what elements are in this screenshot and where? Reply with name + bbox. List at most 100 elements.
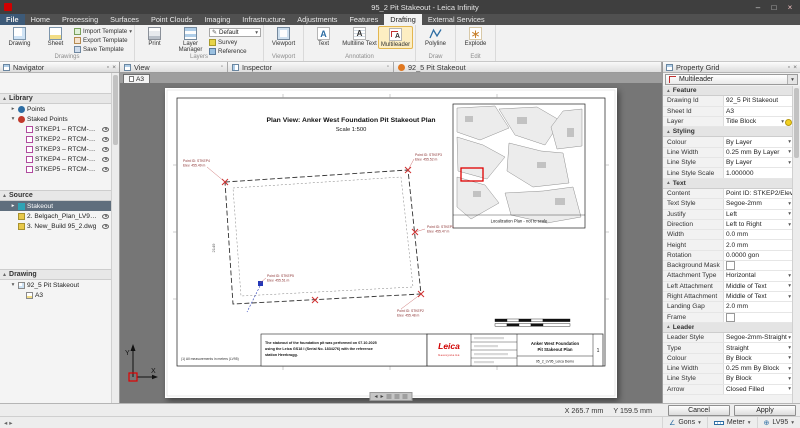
ribbon-tab[interactable]: File <box>0 14 25 25</box>
drawing-button[interactable]: Drawing <box>2 26 37 47</box>
property-value[interactable]: Left <box>723 210 793 219</box>
property-row[interactable]: Layer Title Block <box>663 117 793 127</box>
property-row[interactable]: Line Width 0.25 mm By Block <box>663 364 793 374</box>
property-row[interactable]: Right Attachment Middle of Text <box>663 292 793 302</box>
ribbon-tab[interactable]: Features <box>343 14 384 25</box>
tree-item[interactable]: STKEP1 – RTCM-Ref 0000 (07/10) <box>0 124 111 134</box>
apply-button[interactable]: Apply <box>734 405 796 416</box>
distance-unit-dropdown[interactable]: Meter ▾ <box>707 417 757 428</box>
layer-manager-button[interactable]: Layer Manager <box>173 26 208 54</box>
pin-icon[interactable]: ▫ <box>107 64 109 71</box>
maximize-button[interactable]: □ <box>766 3 782 12</box>
tab-inspector[interactable]: Inspector ▫ <box>228 62 394 72</box>
property-row[interactable]: Leader <box>663 323 793 333</box>
visibility-eye-icon[interactable] <box>102 127 109 132</box>
tree-item[interactable]: ▾ Staked Points <box>0 114 111 124</box>
expand-arrow-icon[interactable]: ▾ <box>10 282 16 288</box>
property-row[interactable]: Frame <box>663 313 793 323</box>
multileader-button[interactable]: Multileader <box>378 26 413 49</box>
property-value[interactable]: By Block <box>723 374 793 383</box>
property-row[interactable]: Drawing Id 92_5 Pit Stakeout <box>663 96 793 106</box>
ribbon-tab[interactable]: Adjustments <box>291 14 343 25</box>
page-back-icon[interactable]: ◂ <box>374 393 377 400</box>
expand-arrow-icon[interactable]: ▸ <box>10 106 16 112</box>
tree-item[interactable]: STKEP3 – RTCM-Ref 0000 (07/10) <box>0 144 111 154</box>
crs-dropdown[interactable]: ⊕ LV95 ▾ <box>757 417 800 428</box>
survey-layer-toggle[interactable]: Survey <box>209 39 261 47</box>
property-value[interactable]: Middle of Text <box>723 282 793 291</box>
property-row[interactable]: Styling <box>663 127 793 137</box>
pan-icon[interactable] <box>403 394 408 399</box>
property-value[interactable]: 92_5 Pit Stakeout <box>723 96 793 105</box>
visibility-eye-icon[interactable] <box>102 224 109 229</box>
ribbon-tab[interactable]: Surfaces <box>104 14 145 25</box>
polyline-button[interactable]: Polyline <box>418 26 453 47</box>
property-value[interactable]: Closed Filled <box>723 385 793 394</box>
property-row[interactable]: Justify Left <box>663 210 793 220</box>
visibility-eye-icon[interactable] <box>102 137 109 142</box>
angle-unit-dropdown[interactable]: ∠ Gons ▾ <box>662 417 707 428</box>
property-value[interactable]: Horizontal <box>723 271 793 280</box>
property-value[interactable]: Left to Right <box>723 220 793 229</box>
property-row[interactable]: Text Style Segoe-2mm <box>663 199 793 209</box>
property-row[interactable]: Line Style By Layer <box>663 158 793 168</box>
property-value[interactable]: By Block <box>723 354 793 363</box>
visibility-eye-icon[interactable] <box>102 167 109 172</box>
property-value[interactable] <box>723 313 793 322</box>
ribbon-tab[interactable]: Drafting <box>384 14 422 25</box>
ribbon-tab[interactable]: Processing <box>56 14 104 25</box>
property-value[interactable]: Point ID: STKEP2/Eleva <box>723 189 793 198</box>
property-value[interactable]: 2.0 mm <box>723 302 793 311</box>
ribbon-tab[interactable]: Infrastructure <box>236 14 291 25</box>
property-row[interactable]: Line Style Scale 1.000000 <box>663 168 793 178</box>
tree-item[interactable]: STKEP4 – RTCM-Ref 0000 (07/10) <box>0 154 111 164</box>
undock-icon[interactable]: ▫ <box>221 64 223 70</box>
property-row[interactable]: Direction Left to Right <box>663 220 793 230</box>
close-button[interactable]: × <box>782 3 798 12</box>
tree-item[interactable]: ▾ 92_5 Pit Stakeout <box>0 280 111 290</box>
navigator-scrollbar[interactable] <box>111 73 119 403</box>
section-drawing[interactable]: Drawing <box>0 269 111 280</box>
close-icon[interactable]: × <box>112 64 116 71</box>
tree-item[interactable]: STKEP5 – RTCM-Ref 0000 (07/10) <box>0 164 111 174</box>
ribbon-tab[interactable]: Home <box>25 14 56 25</box>
text-button[interactable]: Text <box>306 26 341 47</box>
sheet-tab-a3[interactable]: A3 <box>123 74 150 83</box>
property-row[interactable]: Height 2.0 mm <box>663 240 793 250</box>
property-value[interactable]: Middle of Text <box>723 292 793 301</box>
property-value[interactable]: 1.000000 <box>723 168 793 177</box>
export-template-button[interactable]: Export Template <box>74 37 132 45</box>
explode-button[interactable]: Explode <box>458 26 493 47</box>
property-value[interactable]: Segoe-2mm <box>723 199 793 208</box>
property-value[interactable]: A3 <box>723 107 793 116</box>
property-row[interactable]: Left Attachment Middle of Text <box>663 282 793 292</box>
tree-item[interactable]: 3. New_Build 95_2.dwg <box>0 221 111 231</box>
property-row[interactable]: Content Point ID: STKEP2/Eleva <box>663 189 793 199</box>
property-value[interactable]: Straight <box>723 343 793 352</box>
property-row[interactable]: Colour By Layer <box>663 137 793 147</box>
property-row[interactable]: Rotation 0.0000 gon <box>663 251 793 261</box>
default-layer-dropdown[interactable]: ✎ Default ▾ <box>209 28 261 37</box>
expand-arrow-icon[interactable]: ▾ <box>10 116 16 122</box>
pin-icon[interactable]: ▫ <box>788 64 790 71</box>
sheet-button[interactable]: Sheet <box>38 26 73 47</box>
property-value[interactable]: 0.25 mm By Layer <box>723 148 793 157</box>
property-value[interactable]: 2.0 mm <box>723 240 793 249</box>
zoom-icon[interactable] <box>395 394 400 399</box>
property-row[interactable]: Arrow Closed Filled <box>663 385 793 395</box>
property-value[interactable]: Title Block <box>723 117 793 126</box>
property-row[interactable]: Sheet Id A3 <box>663 107 793 117</box>
fit-view-icon[interactable] <box>387 394 392 399</box>
property-row[interactable]: Type Straight <box>663 343 793 353</box>
viewport-button[interactable]: Viewport <box>266 26 301 47</box>
chevron-down-icon[interactable]: ▾ <box>787 75 797 84</box>
property-row[interactable]: Background Mask <box>663 261 793 271</box>
property-value[interactable]: By Layer <box>723 158 793 167</box>
tree-item[interactable]: A3 <box>0 290 111 300</box>
property-value[interactable]: Segoe-2mm-Straight <box>723 333 793 342</box>
property-row[interactable]: Landing Gap 2.0 mm <box>663 302 793 312</box>
tab-stakeout-drawing[interactable]: 92_5 Pit Stakeout <box>394 62 662 72</box>
property-row[interactable]: Text <box>663 179 793 189</box>
cancel-button[interactable]: Cancel <box>668 405 730 416</box>
property-value[interactable]: 0.0 mm <box>723 230 793 239</box>
